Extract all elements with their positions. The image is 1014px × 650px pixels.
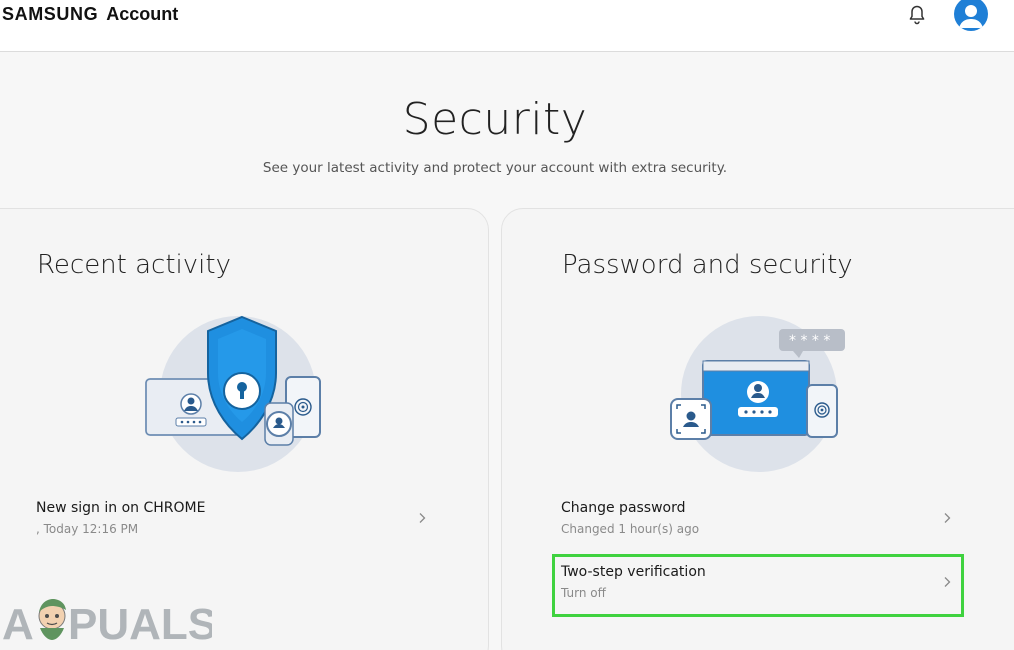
- chevron-right-icon[interactable]: [941, 512, 953, 524]
- appuals-watermark: A PUALS: [2, 599, 212, 646]
- two-step-verification-status: Turn off: [561, 586, 606, 600]
- recent-activity-title: Recent activity: [37, 250, 231, 280]
- svg-text:* * * *: * * * *: [789, 333, 830, 349]
- change-password-item[interactable]: Change password Changed 1 hour(s) ago: [561, 500, 961, 544]
- brand-samsung: SAMSUNG: [2, 4, 99, 24]
- svg-text:A: A: [2, 600, 34, 646]
- recent-activity-item[interactable]: New sign in on CHROME , Today 12:16 PM: [36, 500, 436, 544]
- brand-logo[interactable]: SAMSUNG Account: [2, 4, 178, 26]
- svg-text:PUALS: PUALS: [68, 600, 212, 646]
- change-password-label: Change password: [561, 500, 686, 516]
- chevron-right-icon[interactable]: [941, 576, 953, 588]
- page-subtitle: See your latest activity and protect you…: [262, 160, 728, 176]
- chevron-right-icon[interactable]: [416, 512, 428, 524]
- devices-illustration: * * * *: [670, 316, 845, 472]
- user-avatar-icon[interactable]: [954, 0, 988, 31]
- shield-illustration: [145, 315, 321, 472]
- top-bar: SAMSUNG Account: [0, 0, 1014, 52]
- two-step-verification-label: Two-step verification: [561, 564, 706, 580]
- bell-icon[interactable]: [905, 3, 929, 27]
- brand-account: Account: [106, 4, 179, 24]
- recent-activity-item-primary: New sign in on CHROME: [36, 500, 206, 516]
- change-password-status: Changed 1 hour(s) ago: [561, 522, 700, 536]
- page-title: Security: [402, 94, 588, 145]
- password-security-title: Password and security: [562, 250, 853, 280]
- recent-activity-item-secondary: , Today 12:16 PM: [36, 522, 139, 536]
- two-step-verification-item[interactable]: Two-step verification Turn off: [561, 564, 961, 608]
